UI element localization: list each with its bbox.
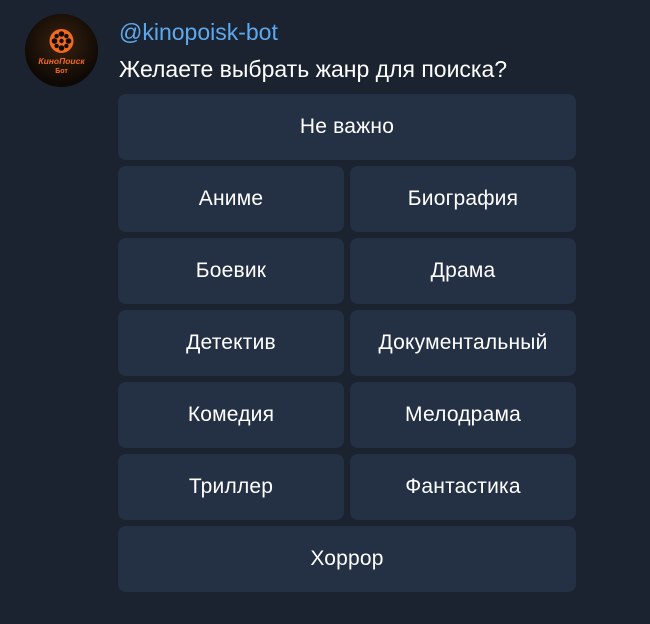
keyboard-row: Комедия Мелодрама: [118, 382, 576, 448]
genre-button[interactable]: Драма: [350, 238, 576, 304]
inline-keyboard: Не важно Аниме Биография Боевик Драма Детекти…: [118, 94, 576, 598]
keyboard-row: Аниме Биография: [118, 166, 576, 232]
message-text: Желаете выбрать жанр для поиска?: [119, 56, 508, 82]
genre-button[interactable]: Мелодрама: [350, 382, 576, 448]
keyboard-row: Детектив Документальный: [118, 310, 576, 376]
logo-text-bottom: Бот: [55, 68, 68, 75]
genre-button[interactable]: Аниме: [118, 166, 344, 232]
genre-button[interactable]: Фантастика: [350, 454, 576, 520]
keyboard-row: Триллер Фантастика: [118, 454, 576, 520]
keyboard-row: Не важно: [118, 94, 576, 160]
bot-avatar[interactable]: КиноПоиск Бот: [25, 14, 98, 87]
genre-button[interactable]: Триллер: [118, 454, 344, 520]
genre-button[interactable]: Хоррор: [118, 526, 576, 592]
keyboard-row: Боевик Драма: [118, 238, 576, 304]
genre-button[interactable]: Детектив: [118, 310, 344, 376]
genre-button[interactable]: Боевик: [118, 238, 344, 304]
keyboard-row: Хоррор: [118, 526, 576, 592]
genre-button[interactable]: Комедия: [118, 382, 344, 448]
genre-button[interactable]: Документальный: [350, 310, 576, 376]
genre-button[interactable]: Биография: [350, 166, 576, 232]
logo-text-top: КиноПоиск: [38, 56, 85, 66]
kinopoisk-logo-icon: КиноПоиск Бот: [25, 14, 98, 87]
sender-name[interactable]: @kinopoisk-bot: [119, 17, 278, 47]
genre-button[interactable]: Не важно: [118, 94, 576, 160]
